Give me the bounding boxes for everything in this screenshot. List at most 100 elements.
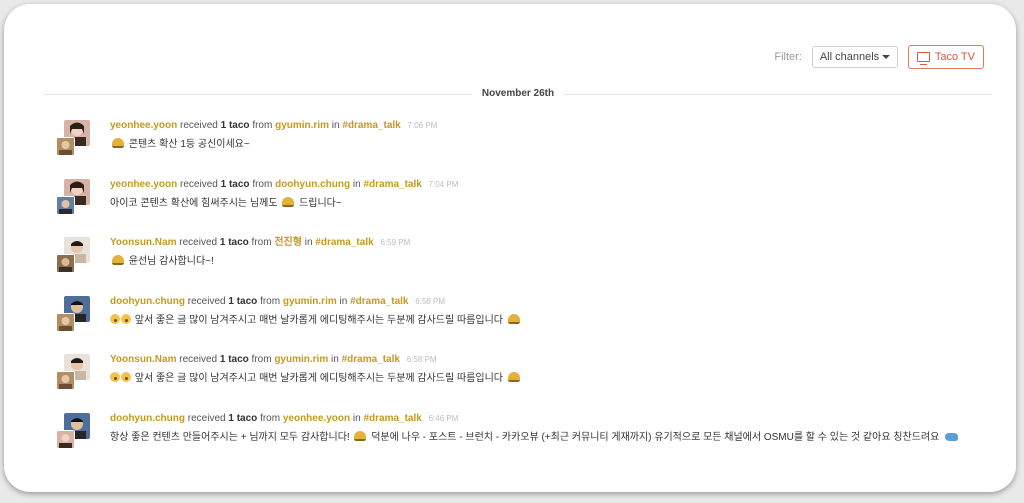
giver-link[interactable]: gyumin.rim xyxy=(283,296,337,307)
feed-message: Yoonsun.Nam received 1 taco from 전진형 in … xyxy=(110,236,410,269)
giver-avatar[interactable] xyxy=(56,371,75,390)
message-text: 콘텐츠 확산 1등 공신이세요~ xyxy=(110,138,437,152)
feed-item: doohyun.chung received 1 taco from gyumi… xyxy=(46,293,996,352)
recipient-link[interactable]: doohyun.chung xyxy=(110,296,185,307)
message-body: 윤선님 감사합니다~! xyxy=(128,256,214,267)
feed-item: yeonhee.yoon received 1 taco from gyumin… xyxy=(46,117,996,176)
avatar xyxy=(56,354,90,390)
channel-filter-value: All channels xyxy=(819,51,880,63)
feed-message: Yoonsun.Nam received 1 taco from gyumin.… xyxy=(110,353,522,386)
received-text: received xyxy=(180,120,218,131)
message-text: 항상 좋은 컨텐츠 만들어주시는 + 님까지 모두 감사합니다! 덕분에 나우 … xyxy=(110,430,959,445)
feed-message: yeonhee.yoon received 1 taco from doohyu… xyxy=(110,178,458,211)
taco-feed-window: Filter: All channels Taco TV November 26… xyxy=(4,4,1016,492)
channel-link[interactable]: #drama_talk xyxy=(315,237,373,248)
message-body-end: 덕분에 나우 - 포스트 - 브런치 - 카카오뷰 (+최근 커뮤니티 게재까지… xyxy=(371,431,940,443)
giver-avatar[interactable] xyxy=(56,429,75,449)
received-text: received xyxy=(179,237,218,248)
avatar xyxy=(56,120,90,156)
taco-amount: 1 taco xyxy=(219,354,249,365)
giver-link[interactable]: doohyun.chung xyxy=(275,179,350,190)
giver-link[interactable]: 전진형 xyxy=(274,237,302,248)
from-text: from xyxy=(260,295,281,307)
from-text: from xyxy=(260,412,281,424)
received-text: received xyxy=(187,412,226,424)
channel-link[interactable]: #drama_talk xyxy=(342,354,400,365)
giver-avatar[interactable] xyxy=(56,195,75,215)
timestamp: 7:06 PM xyxy=(407,121,438,130)
taco-amount: 1 taco xyxy=(220,120,250,131)
message-body-start: 항상 좋은 컨텐츠 만들어주시는 + 님까지 모두 감사합니다! xyxy=(110,431,350,443)
feed-message: doohyun.chung received 1 taco from gyumi… xyxy=(110,295,522,328)
from-text: from xyxy=(251,237,272,248)
message-body: 앞서 좋은 글 많이 남겨주시고 매번 날카롭게 에디팅해주시는 두분께 감사드… xyxy=(134,314,503,326)
taco-icon xyxy=(282,196,295,207)
chevron-down-icon xyxy=(881,55,890,59)
giver-link[interactable]: gyumin.rim xyxy=(275,120,329,131)
message-body: 앞서 좋은 글 많이 남겨주시고 매번 날카롭게 에디팅해주시는 두분께 감사드… xyxy=(134,373,503,384)
in-text: in xyxy=(339,295,348,307)
feed-header: yeonhee.yoon received 1 taco from doohyu… xyxy=(110,178,458,192)
channel-filter-select[interactable]: All channels xyxy=(811,46,898,68)
recipient-link[interactable]: Yoonsun.Nam xyxy=(110,237,176,248)
timestamp: 6:46 PM xyxy=(428,413,459,423)
feed-item: Yoonsun.Nam received 1 taco from gyumin.… xyxy=(46,351,996,410)
channel-link[interactable]: #drama_talk xyxy=(342,120,400,131)
in-text: in xyxy=(352,412,361,424)
recipient-link[interactable]: yeonhee.yoon xyxy=(110,179,177,190)
astonished-emoji-icon xyxy=(110,313,120,324)
recipient-link[interactable]: doohyun.chung xyxy=(110,413,185,424)
message-text: 윤선님 감사합니다~! xyxy=(110,255,410,269)
timestamp: 6:58 PM xyxy=(406,355,437,364)
message-text: 앞서 좋은 글 많이 남겨주시고 매번 날카롭게 에디팅해주시는 두분께 감사드… xyxy=(110,313,522,328)
received-text: received xyxy=(180,178,218,190)
from-text: from xyxy=(251,354,272,365)
date-divider: November 26th xyxy=(44,88,992,100)
feed-header: yeonhee.yoon received 1 taco from gyumin… xyxy=(110,119,437,133)
channel-link[interactable]: #drama_talk xyxy=(363,413,421,424)
tv-icon xyxy=(916,52,930,65)
in-text: in xyxy=(331,120,340,131)
message-text: 아이코 콘텐츠 확산에 힘써주시는 님께도 드립니다~ xyxy=(110,196,458,211)
timestamp: 6:58 PM xyxy=(415,296,446,306)
recipient-link[interactable]: yeonhee.yoon xyxy=(110,120,177,131)
giver-link[interactable]: gyumin.rim xyxy=(274,354,328,365)
taco-icon xyxy=(354,430,367,441)
feed-message: doohyun.chung received 1 taco from yeonh… xyxy=(110,412,959,445)
in-text: in xyxy=(331,354,339,365)
timestamp: 7:04 PM xyxy=(428,179,459,189)
feed-toolbar: Filter: All channels Taco TV xyxy=(774,45,984,69)
taco-amount: 1 taco xyxy=(228,412,258,424)
astonished-emoji-icon xyxy=(121,372,131,382)
taco-amount: 1 taco xyxy=(228,295,258,307)
feed-item: doohyun.chung received 1 taco from yeonh… xyxy=(46,410,996,469)
giver-avatar[interactable] xyxy=(56,254,75,273)
taco-icon xyxy=(507,372,520,382)
message-body: 콘텐츠 확산 1등 공신이세요~ xyxy=(128,139,250,150)
feed-header: doohyun.chung received 1 taco from gyumi… xyxy=(110,295,522,309)
recipient-link[interactable]: Yoonsun.Nam xyxy=(110,354,176,365)
feed-item: yeonhee.yoon received 1 taco from doohyu… xyxy=(46,176,996,235)
avatar xyxy=(56,237,90,273)
feed-header: Yoonsun.Nam received 1 taco from gyumin.… xyxy=(110,353,522,367)
timestamp: 6:59 PM xyxy=(380,238,411,247)
feed-header: doohyun.chung received 1 taco from yeonh… xyxy=(110,412,958,426)
in-text: in xyxy=(352,178,361,190)
taco-tv-button[interactable]: Taco TV xyxy=(907,45,984,69)
avatar xyxy=(56,295,90,332)
message-text: 앞서 좋은 글 많이 남겨주시고 매번 날카롭게 에디팅해주시는 두분께 감사드… xyxy=(110,372,522,386)
channel-link[interactable]: #drama_talk xyxy=(350,296,408,307)
giver-avatar[interactable] xyxy=(56,137,75,156)
message-body-end: 드립니다~ xyxy=(299,197,342,209)
in-text: in xyxy=(304,237,313,248)
feed-item: Yoonsun.Nam received 1 taco from 전진형 in … xyxy=(46,234,996,293)
giver-avatar[interactable] xyxy=(56,312,75,332)
taco-feed-list: yeonhee.yoon received 1 taco from gyumin… xyxy=(46,117,996,468)
giver-link[interactable]: yeonhee.yoon xyxy=(283,413,350,424)
taco-icon xyxy=(507,313,520,324)
taco-amount: 1 taco xyxy=(219,237,249,248)
taco-icon xyxy=(112,255,124,265)
channel-link[interactable]: #drama_talk xyxy=(363,179,421,190)
date-divider-label: November 26th xyxy=(471,88,565,99)
astonished-emoji-icon xyxy=(121,313,131,324)
